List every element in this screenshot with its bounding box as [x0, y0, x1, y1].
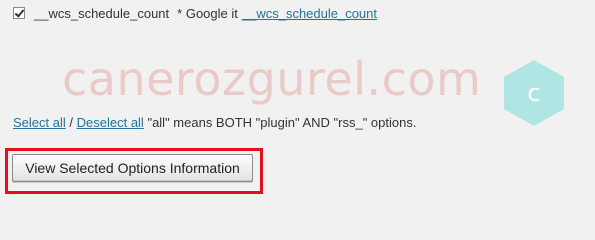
selection-controls: Select all / Deselect all "all" means BO… [13, 115, 416, 130]
selection-separator: / [69, 115, 73, 130]
select-all-link[interactable]: Select all [13, 115, 66, 130]
deselect-all-link[interactable]: Deselect all [77, 115, 144, 130]
watermark-logo-letter: c [527, 79, 541, 107]
google-search-link[interactable]: __wcs_schedule_count [242, 6, 377, 21]
option-name: __wcs_schedule_count [34, 5, 170, 21]
option-checkbox[interactable] [13, 7, 25, 19]
checkmark-icon [14, 7, 25, 18]
selection-note: "all" means BOTH "plugin" AND "rss_" opt… [147, 115, 417, 130]
watermark-text: canerozgurel.com [62, 52, 482, 106]
option-row: __wcs_schedule_count * Google it __wcs_s… [13, 5, 377, 21]
google-hint: * Google it [177, 5, 238, 21]
view-selected-options-button[interactable]: View Selected Options Information [12, 154, 253, 182]
